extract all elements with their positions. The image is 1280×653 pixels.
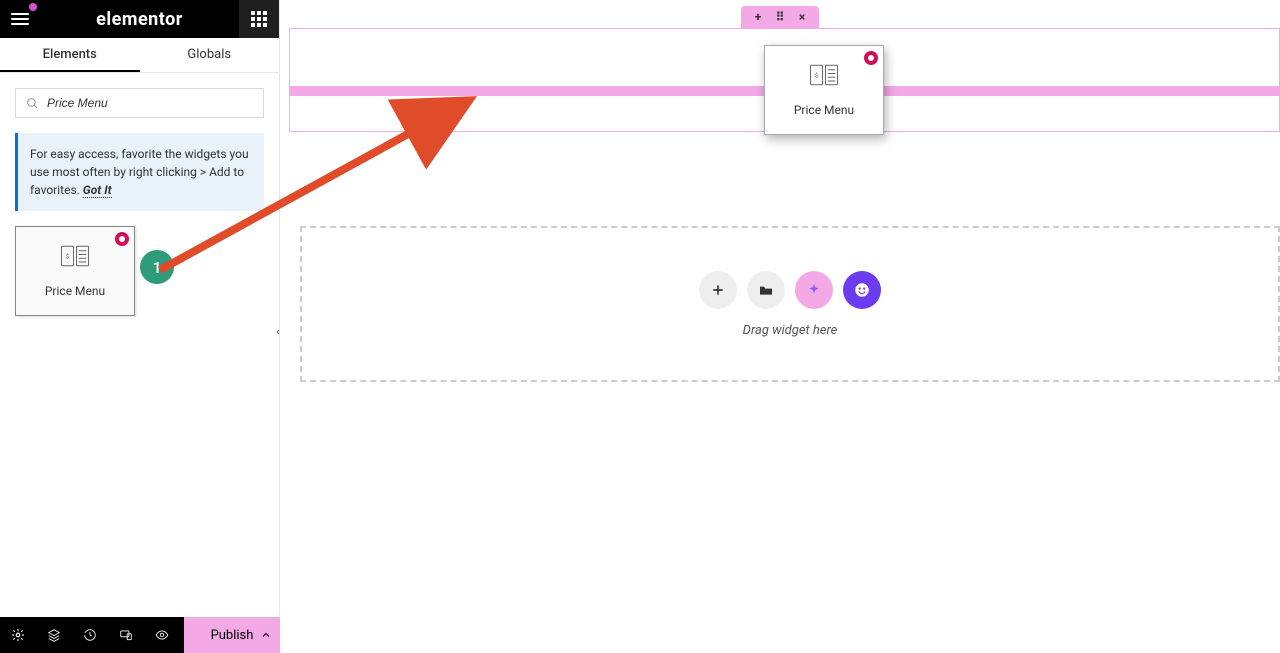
tab-elements[interactable]: Elements (0, 38, 140, 72)
hamburger-icon (11, 13, 29, 25)
notification-dot (29, 3, 37, 11)
template-button[interactable] (747, 271, 785, 309)
empty-drop-section[interactable]: Drag widget here (300, 226, 1280, 382)
price-menu-icon: $ (60, 244, 90, 272)
gear-icon (11, 628, 25, 642)
publish-button[interactable]: Publish (184, 617, 280, 653)
chevron-up-icon (260, 629, 272, 641)
apps-button[interactable] (239, 0, 279, 38)
favorites-tip: For easy access, favorite the widgets yo… (15, 133, 264, 211)
ai-button[interactable] (795, 271, 833, 309)
folder-icon (758, 282, 774, 298)
eye-icon (155, 628, 169, 642)
empty-section-buttons (699, 271, 881, 309)
ghost-label: Price Menu (794, 103, 854, 117)
search-box[interactable] (15, 88, 264, 118)
menu-button[interactable] (0, 0, 40, 38)
tab-globals[interactable]: Globals (140, 38, 280, 72)
price-menu-icon: $ (809, 63, 839, 91)
search-wrap (0, 73, 279, 133)
widget-label: Price Menu (45, 284, 105, 298)
section-controls: + ⠿ × (741, 6, 819, 28)
collapse-panel-handle[interactable] (272, 320, 284, 344)
section-add-button[interactable]: + (749, 10, 767, 24)
tip-gotit[interactable]: Got It (83, 183, 112, 198)
apps-icon (251, 11, 267, 27)
layers-icon (47, 628, 61, 642)
drag-hint-text: Drag widget here (743, 323, 838, 338)
chevron-left-icon (274, 327, 282, 337)
publish-label: Publish (211, 628, 254, 643)
section-drag-handle[interactable]: ⠿ (771, 10, 789, 24)
settings-button[interactable] (0, 628, 36, 642)
svg-text:$: $ (66, 253, 70, 260)
widget-price-menu[interactable]: $ Price Menu (15, 226, 135, 316)
container-button[interactable] (843, 271, 881, 309)
svg-text:$: $ (815, 72, 819, 79)
annotation-step-1: 1 (140, 250, 174, 284)
drag-ghost-price-menu: $ Price Menu (764, 45, 884, 135)
add-section-button[interactable] (699, 271, 737, 309)
pro-badge-icon (115, 232, 129, 246)
brand-logo: elementor (40, 9, 239, 30)
bottom-icons (0, 628, 184, 642)
editor-canvas[interactable]: + ⠿ × $ Price Menu (280, 0, 1280, 653)
preview-button[interactable] (144, 628, 180, 642)
tip-text: For easy access, favorite the widgets yo… (30, 147, 249, 197)
section-close-button[interactable]: × (793, 10, 811, 24)
smiley-icon (853, 281, 871, 299)
search-input[interactable] (47, 96, 253, 110)
history-button[interactable] (72, 628, 108, 642)
responsive-button[interactable] (108, 628, 144, 642)
panel-header: elementor (0, 0, 279, 38)
search-icon (26, 97, 39, 110)
widgets-panel: elementor Elements Globals For easy acce… (0, 0, 280, 653)
panel-bottom-bar: Publish (0, 617, 280, 653)
devices-icon (119, 628, 133, 642)
pro-badge-icon (864, 51, 878, 65)
history-icon (83, 628, 97, 642)
plus-icon (710, 282, 726, 298)
navigator-button[interactable] (36, 628, 72, 642)
sparkle-icon (806, 282, 822, 298)
panel-tabs: Elements Globals (0, 38, 279, 73)
